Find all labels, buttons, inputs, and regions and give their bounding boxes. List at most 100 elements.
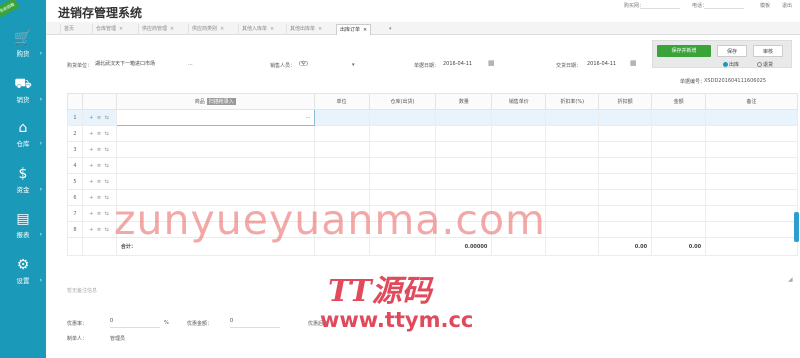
bill-date-input[interactable]: 2016-04-11 — [440, 59, 486, 70]
table-row[interactable]: 6 + ≡ ⇆ — [67, 189, 798, 206]
customer-more-icon[interactable]: ··· — [188, 62, 193, 68]
row-ops-icons[interactable]: + ≡ ⇆ — [81, 109, 117, 126]
col-header-discount-amount: 折扣额 — [598, 93, 653, 110]
sale-icon: ⛟ — [14, 76, 32, 92]
row-ops-icons[interactable]: + ≡ ⇆ — [81, 173, 117, 190]
col-header-quantity: 数量 — [435, 93, 493, 110]
delivery-date-label: 交货日期： — [556, 63, 582, 69]
resize-handle-icon[interactable]: ◢ — [788, 276, 793, 283]
col-header-ops — [81, 93, 117, 110]
audit-button[interactable]: 审核 — [753, 45, 783, 57]
total-discount: 0.00 — [598, 237, 653, 256]
gear-icon: ⚙ — [16, 257, 30, 273]
delivery-date-input[interactable]: 2016-04-11 — [584, 59, 628, 70]
radio-unselected-icon — [757, 62, 762, 67]
discount-rate-label: 优惠率： — [67, 321, 88, 327]
row-ops-icons[interactable]: + ≡ ⇆ — [81, 189, 117, 206]
tab-other-inbound[interactable]: 其他入库单 × — [238, 24, 277, 35]
money-icon: $ — [18, 166, 28, 182]
table-row[interactable]: 2 + ≡ ⇆ — [67, 125, 798, 142]
warehouse-icon: ⌂ — [18, 120, 28, 136]
product-cell-input[interactable]: ··· — [115, 109, 315, 126]
close-icon[interactable]: × — [170, 26, 174, 32]
close-icon[interactable]: × — [119, 26, 123, 32]
radio-return[interactable]: 退货 — [757, 61, 773, 68]
tab-home[interactable]: 首页 — [60, 24, 77, 35]
chevron-right-icon: › — [39, 50, 42, 57]
col-header-warehouse: 仓库(出货) — [368, 93, 437, 110]
discount-amount-label: 优惠金额： — [187, 321, 213, 327]
close-icon[interactable]: × — [270, 26, 274, 32]
row-ops-icons[interactable]: + ≡ ⇆ — [81, 157, 117, 174]
row-ops-icons[interactable]: + ≡ ⇆ — [81, 205, 117, 222]
total-label: 合计： — [115, 237, 315, 256]
sidebar-item-reports[interactable]: ▤ 报表 › — [0, 209, 46, 245]
header-phone-value — [704, 8, 744, 9]
col-header-remark: 备注 — [705, 93, 798, 110]
creator-value: 管理员 — [110, 336, 126, 342]
sidebar-item-warehouse[interactable]: ⌂ 仓库 › — [0, 118, 46, 154]
tab-warehouse-management[interactable]: 仓库管理 × — [92, 24, 126, 35]
salesman-label: 销售人员： — [270, 63, 296, 69]
row-ops-icons[interactable]: + ≡ ⇆ — [81, 141, 117, 158]
save-and-new-button[interactable]: 保存并新增 — [657, 45, 711, 57]
header-template-link[interactable]: 模板 — [760, 2, 770, 9]
chevron-right-icon: › — [39, 140, 42, 147]
line-items-table: 商品 扫描枪录入 单位 仓库(出货) 数量 销售单价 折扣率(%) 折扣额 金额 … — [67, 93, 798, 256]
col-header-unit-price: 销售单价 — [491, 93, 547, 110]
col-header-discount-rate: 折扣率(%) — [545, 93, 600, 110]
chevron-right-icon: › — [39, 186, 42, 193]
close-icon[interactable]: × — [318, 26, 322, 32]
calendar-icon[interactable]: ▦ — [630, 59, 637, 67]
header-logout-link[interactable]: 退出 — [782, 2, 792, 9]
tab-supplier-category[interactable]: 供应商类别 × — [188, 24, 227, 35]
table-row[interactable]: 5 + ≡ ⇆ — [67, 173, 798, 190]
tab-outbound-order[interactable]: 出库订单 × — [336, 24, 372, 35]
chevron-right-icon: › — [39, 277, 42, 284]
customer-label: 购货单位： — [67, 63, 93, 69]
col-header-amount: 金额 — [651, 93, 707, 110]
radio-outbound[interactable]: 出库 — [723, 61, 739, 68]
table-row[interactable]: 1 + ≡ ⇆ ··· — [67, 109, 798, 126]
chevron-right-icon: › — [39, 231, 42, 238]
sidebar-item-purchase[interactable]: 🛒 购货 › — [0, 28, 46, 64]
close-icon[interactable]: × — [363, 27, 367, 33]
row-ops-icons[interactable]: + ≡ ⇆ — [81, 125, 117, 142]
discount-amount-input[interactable]: 0 — [230, 318, 280, 328]
sidebar-item-funds[interactable]: $ 资金 › — [0, 164, 46, 200]
bill-date-label: 单据日期： — [414, 63, 440, 69]
remark-textarea[interactable]: 暂无备注信息 — [67, 287, 97, 294]
total-amount: 0.00 — [651, 237, 707, 256]
table-row[interactable]: 7 + ≡ ⇆ — [67, 205, 798, 222]
bill-no-label: 单据编号： — [680, 79, 706, 85]
tab-more-dropdown[interactable]: ▾ — [386, 24, 395, 35]
cart-icon: 🛒 — [14, 30, 32, 46]
table-row[interactable]: 3 + ≡ ⇆ — [67, 141, 798, 158]
report-icon: ▤ — [16, 211, 30, 227]
scan-entry-tag[interactable]: 扫描枪录入 — [206, 98, 236, 105]
table-header-row: 商品 扫描枪录入 单位 仓库(出货) 数量 销售单价 折扣率(%) 折扣额 金额 … — [67, 93, 798, 110]
sidebar-item-settings[interactable]: ⚙ 设置 › — [0, 255, 46, 291]
tab-bar: 首页 仓库管理 × 供应商管理 × 供应商类别 × 其他入库单 × 其他出库单 × 出库订… — [46, 22, 800, 35]
header-website-value — [640, 8, 680, 9]
salesman-select[interactable]: (空) — [296, 59, 348, 70]
table-row[interactable]: 8 + ≡ ⇆ — [67, 221, 798, 238]
customer-input[interactable]: 湖北武汉天下一箱进口市场 — [92, 59, 178, 70]
scrollbar[interactable] — [794, 212, 799, 242]
calendar-icon[interactable]: ▦ — [488, 59, 495, 67]
total-quantity: 0.00000 — [435, 237, 493, 256]
tab-supplier-management[interactable]: 供应商管理 × — [138, 24, 177, 35]
col-header-unit: 单位 — [313, 93, 370, 110]
app-title: 进销存管理系统 — [58, 6, 143, 20]
save-button[interactable]: 保存 — [717, 45, 747, 57]
sidebar-item-sales[interactable]: ⛟ 销货 › — [0, 74, 46, 110]
total-row: 合计： 0.00000 0.00 0.00 — [67, 237, 798, 256]
chevron-down-icon[interactable]: ▾ — [352, 62, 355, 68]
close-icon[interactable]: × — [220, 26, 224, 32]
bill-no-value: XSDD201604111606025 — [704, 78, 767, 84]
creator-label: 制单人： — [67, 336, 88, 342]
discount-rate-input[interactable]: 0 — [110, 318, 160, 328]
table-row[interactable]: 4 + ≡ ⇆ — [67, 157, 798, 174]
tab-other-outbound[interactable]: 其他出库单 × — [286, 24, 325, 35]
row-ops-icons[interactable]: + ≡ ⇆ — [81, 221, 117, 238]
